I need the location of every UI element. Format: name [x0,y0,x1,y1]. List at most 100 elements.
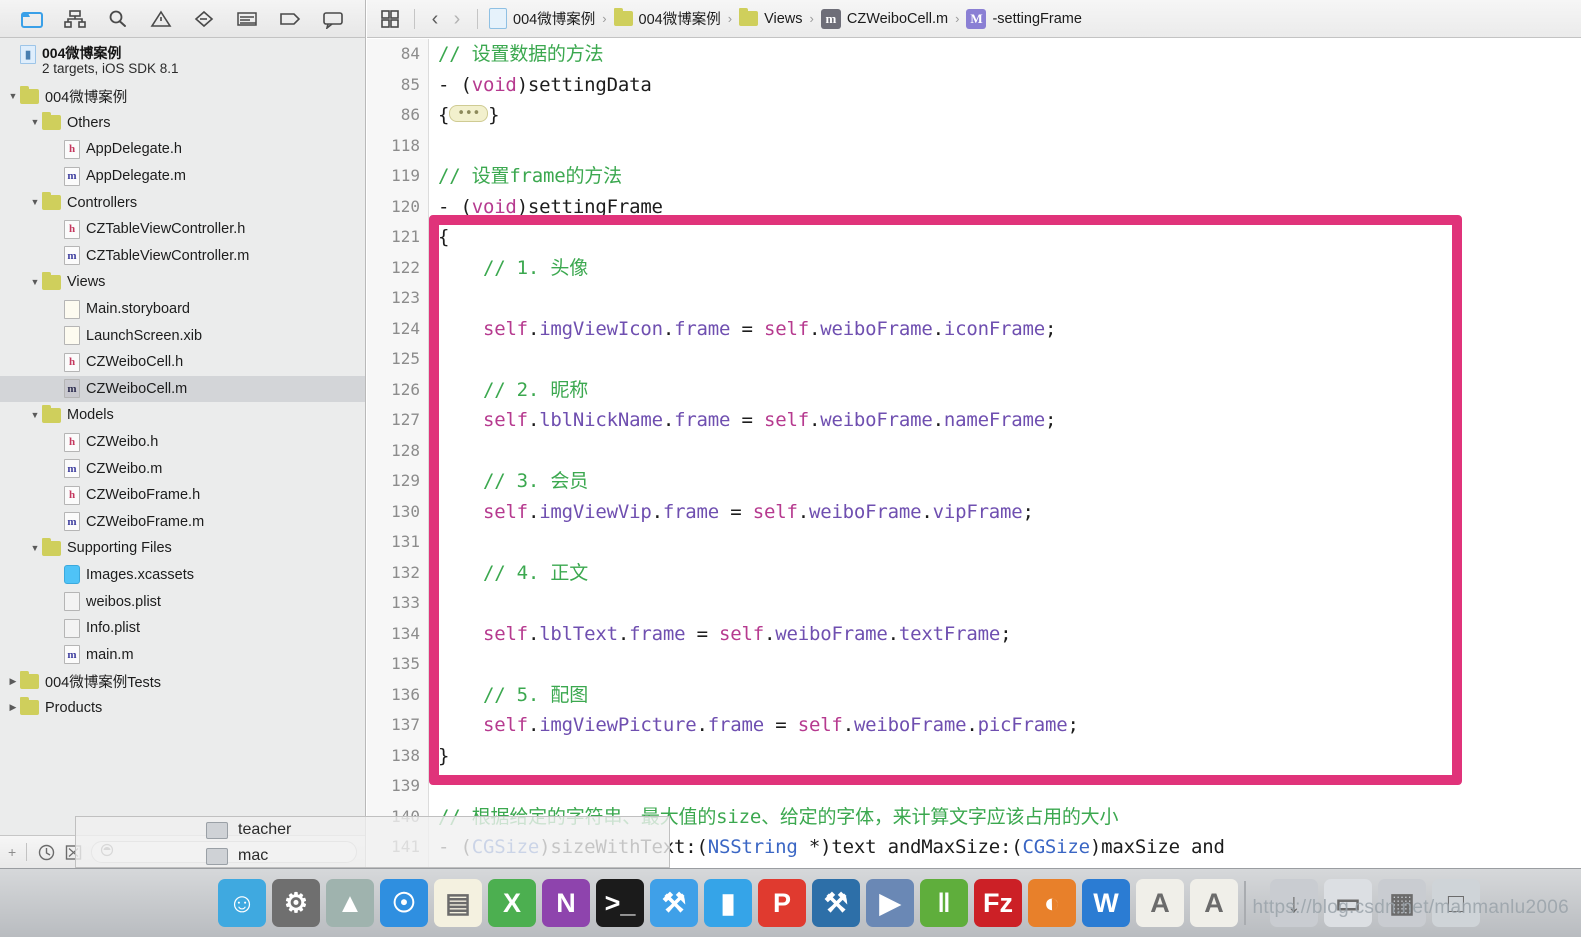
trash-icon[interactable]: □ [1432,879,1480,927]
disclosure-triangle-open[interactable]: ▼ [28,198,42,207]
disclosure-triangle-closed[interactable]: ▶ [6,703,20,712]
code-text[interactable]: // 设置数据的方法 - (void)settingData{•••}// 设置f… [430,39,1581,868]
hierarchy-icon[interactable] [53,4,96,34]
tree-row[interactable]: ▶ Products [0,695,365,722]
add-button[interactable]: + [8,844,16,860]
speech-bubble-icon[interactable] [312,4,355,34]
finder-row-teacher[interactable]: teacher [76,817,669,843]
warning-triangle-icon[interactable] [139,4,182,34]
finder-icon[interactable]: ☺ [218,879,266,927]
clock-icon[interactable] [37,843,56,862]
code-line[interactable] [438,771,1581,802]
back-button[interactable]: ‹ [424,9,446,29]
search-icon[interactable] [96,4,139,34]
code-line[interactable]: - (void)settingData [438,70,1581,101]
folder-icon[interactable] [10,4,53,34]
onenote-icon[interactable]: N [542,879,590,927]
code-line[interactable]: // 2. 昵称 [438,375,1581,406]
tree-row[interactable]: Main.storyboard [0,296,365,323]
code-line[interactable]: {•••} [438,100,1581,131]
ibooks-icon[interactable]: ▮ [704,879,752,927]
disclosure-triangle-open[interactable]: ▼ [28,410,42,420]
tree-row[interactable]: m CZWeibo.m [0,455,365,482]
tree-row[interactable]: ▼ Controllers [0,189,365,216]
tree-row[interactable]: h CZWeiboFrame.h [0,482,365,509]
tree-row[interactable]: m AppDelegate.m [0,163,365,190]
tree-row[interactable]: Info.plist [0,615,365,642]
tree-row[interactable]: m CZWeiboCell.m [0,375,365,403]
tree-row[interactable]: h AppDelegate.h [0,136,365,163]
grid-icon[interactable] [375,4,405,34]
code-line[interactable]: // 设置数据的方法 [438,39,1581,70]
code-line[interactable]: // 5. 配图 [438,680,1581,711]
disclosure-triangle-closed[interactable]: ▶ [6,676,20,686]
breadcrumb-item-2[interactable]: Views [737,8,804,27]
breadcrumb-item-4[interactable]: M -settingFrame [964,8,1083,29]
downloads-icon[interactable]: ↓ [1270,879,1318,927]
code-line[interactable]: // 3. 会员 [438,466,1581,497]
project-root-row[interactable]: ▮ 004微博案例 2 targets, iOS SDK 8.1 [0,43,365,83]
code-line[interactable] [438,344,1581,375]
code-line[interactable] [438,436,1581,467]
forward-button[interactable]: › [446,9,468,29]
code-line[interactable] [438,588,1581,619]
notes-icon[interactable]: ▤ [434,879,482,927]
code-line[interactable] [438,131,1581,162]
diamond-icon[interactable] [183,4,226,34]
macos-dock[interactable]: ☺ ⚙ ▲ ☉ ▤ X N >_ ⚒ ▮ P ⚒ ▶ ‖ Fz ◐ W A A ↓ ▭ ▦ □ [0,868,1581,937]
background-finder-window[interactable]: teacher mac [75,816,670,868]
media-player-icon[interactable]: ▶ [866,879,914,927]
breadcrumb-item-3[interactable]: m CZWeiboCell.m [819,8,950,29]
breadcrumb-item-0[interactable]: 004微博案例 [487,8,597,29]
tree-row[interactable]: h CZWeibo.h [0,429,365,456]
safari-icon[interactable]: ☉ [380,879,428,927]
tree-row[interactable]: h CZTableViewController.h [0,216,365,243]
tree-row[interactable]: h CZWeiboCell.h [0,349,365,376]
disclosure-triangle-open[interactable]: ▼ [6,91,20,101]
finder-row-mac[interactable]: mac [76,843,669,867]
disclosure-triangle-open[interactable]: ▼ [28,277,42,287]
code-line[interactable]: } [438,741,1581,772]
tree-row[interactable]: ▼ Supporting Files [0,535,365,562]
tag-icon[interactable] [269,4,312,34]
code-fold-placeholder[interactable]: ••• [449,105,489,122]
code-line[interactable] [438,283,1581,314]
code-line[interactable]: self.lblText.frame = self.weiboFrame.tex… [438,619,1581,650]
tree-row[interactable]: m CZWeiboFrame.m [0,509,365,536]
firefox-icon[interactable]: ◐ [1028,879,1076,927]
parallels-icon[interactable]: ‖ [920,879,968,927]
fontbook-icon[interactable]: A [1136,879,1184,927]
filezilla-icon[interactable]: Fz [974,879,1022,927]
fontbook2-icon[interactable]: A [1190,879,1238,927]
word-icon[interactable]: W [1082,879,1130,927]
tree-row[interactable]: ▼ 004微博案例 [0,83,365,110]
system-preferences-icon[interactable]: ⚙ [272,879,320,927]
code-line[interactable] [438,527,1581,558]
keynote-icon[interactable]: P [758,879,806,927]
code-line[interactable]: - (void)settingFrame [438,192,1581,223]
tree-row[interactable]: ▼ Models [0,402,365,429]
tree-row[interactable]: LaunchScreen.xib [0,322,365,349]
tree-row[interactable]: m CZTableViewController.m [0,243,365,270]
tree-row[interactable]: ▶ 004微博案例Tests [0,668,365,695]
code-line[interactable] [438,649,1581,680]
code-line[interactable]: // 4. 正文 [438,558,1581,589]
tree-row[interactable]: weibos.plist [0,588,365,615]
disclosure-triangle-open[interactable]: ▼ [28,118,42,127]
code-pane[interactable]: 84 85 86 118 119 120 121 122 123 124 125 126 127 128 1… [367,39,1581,868]
terminal-icon[interactable]: >_ [596,879,644,927]
documents-icon[interactable]: ▭ [1324,879,1372,927]
code-line[interactable]: self.imgViewVip.frame = self.weiboFrame.… [438,497,1581,528]
code-line[interactable]: self.imgViewPicture.frame = self.weiboFr… [438,710,1581,741]
tree-row[interactable]: ▼ Views [0,269,365,296]
code-line[interactable]: { [438,222,1581,253]
code-line[interactable]: // 设置frame的方法 [438,161,1581,192]
excel-icon[interactable]: X [488,879,536,927]
xcode-icon[interactable]: ⚒ [650,879,698,927]
applications-icon[interactable]: ▦ [1378,879,1426,927]
code-line[interactable]: self.imgViewIcon.frame = self.weiboFrame… [438,314,1581,345]
tools-icon[interactable]: ⚒ [812,879,860,927]
code-line[interactable]: self.lblNickName.frame = self.weiboFrame… [438,405,1581,436]
breadcrumb-item-1[interactable]: 004微博案例 [612,8,723,29]
disclosure-triangle-open[interactable]: ▼ [28,543,42,553]
